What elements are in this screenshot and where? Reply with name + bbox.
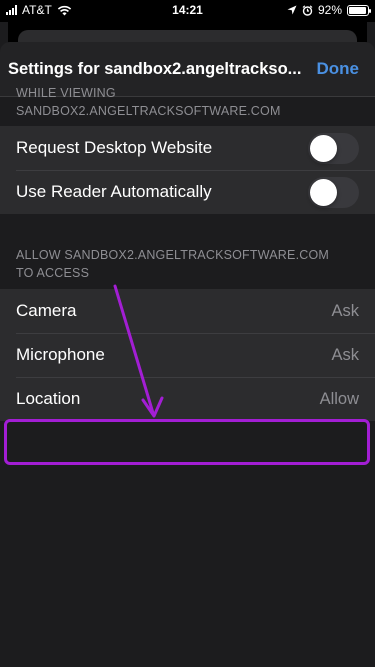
camera-row[interactable]: Camera Ask: [0, 289, 375, 333]
section-header-line: ALLOW SANDBOX2.ANGELTRACKSOFTWARE.COM: [16, 248, 330, 262]
row-value: Ask: [331, 345, 359, 364]
row-label: Use Reader Automatically: [16, 182, 212, 201]
row-label: Request Desktop Website: [16, 138, 213, 157]
status-right: 92%: [287, 3, 371, 17]
section-header-access: ALLOW SANDBOX2.ANGELTRACKSOFTWARE.COM TO…: [0, 246, 345, 282]
section-header-viewing: WHILE VIEWING SANDBOX2.ANGELTRACKSOFTWAR…: [0, 84, 297, 120]
highlight-box: [4, 419, 370, 465]
toggle-knob: [310, 178, 337, 206]
row-label: Camera: [16, 301, 77, 320]
status-bar: AT&T 14:21 92%: [0, 0, 375, 22]
section-header-line: WHILE VIEWING: [16, 86, 116, 100]
battery-icon: [347, 4, 371, 16]
request-desktop-website-toggle[interactable]: [308, 132, 359, 164]
section-header-line: SANDBOX2.ANGELTRACKSOFTWARE.COM: [16, 104, 281, 118]
use-reader-automatically-row: Use Reader Automatically: [0, 170, 375, 214]
row-label: Microphone: [16, 345, 105, 364]
access-permissions-group: Camera Ask Microphone Ask Location Allow: [0, 289, 375, 421]
section-header-line: TO ACCESS: [16, 266, 90, 280]
done-button[interactable]: Done: [317, 59, 360, 79]
viewing-settings-group: Request Desktop Website Use Reader Autom…: [0, 126, 375, 214]
battery-percent: 92%: [317, 3, 342, 17]
row-value: Ask: [331, 301, 359, 320]
microphone-row[interactable]: Microphone Ask: [0, 333, 375, 377]
use-reader-automatically-toggle[interactable]: [308, 176, 359, 208]
location-arrow-icon: [287, 5, 297, 15]
page-title: Settings for sandbox2.angeltrackso...: [8, 60, 302, 78]
request-desktop-website-row: Request Desktop Website: [0, 126, 375, 170]
toggle-knob: [310, 134, 337, 162]
row-label: Location: [16, 389, 81, 408]
location-row[interactable]: Location Allow: [0, 377, 375, 421]
row-value: Allow: [319, 389, 359, 408]
alarm-icon: [302, 4, 313, 16]
